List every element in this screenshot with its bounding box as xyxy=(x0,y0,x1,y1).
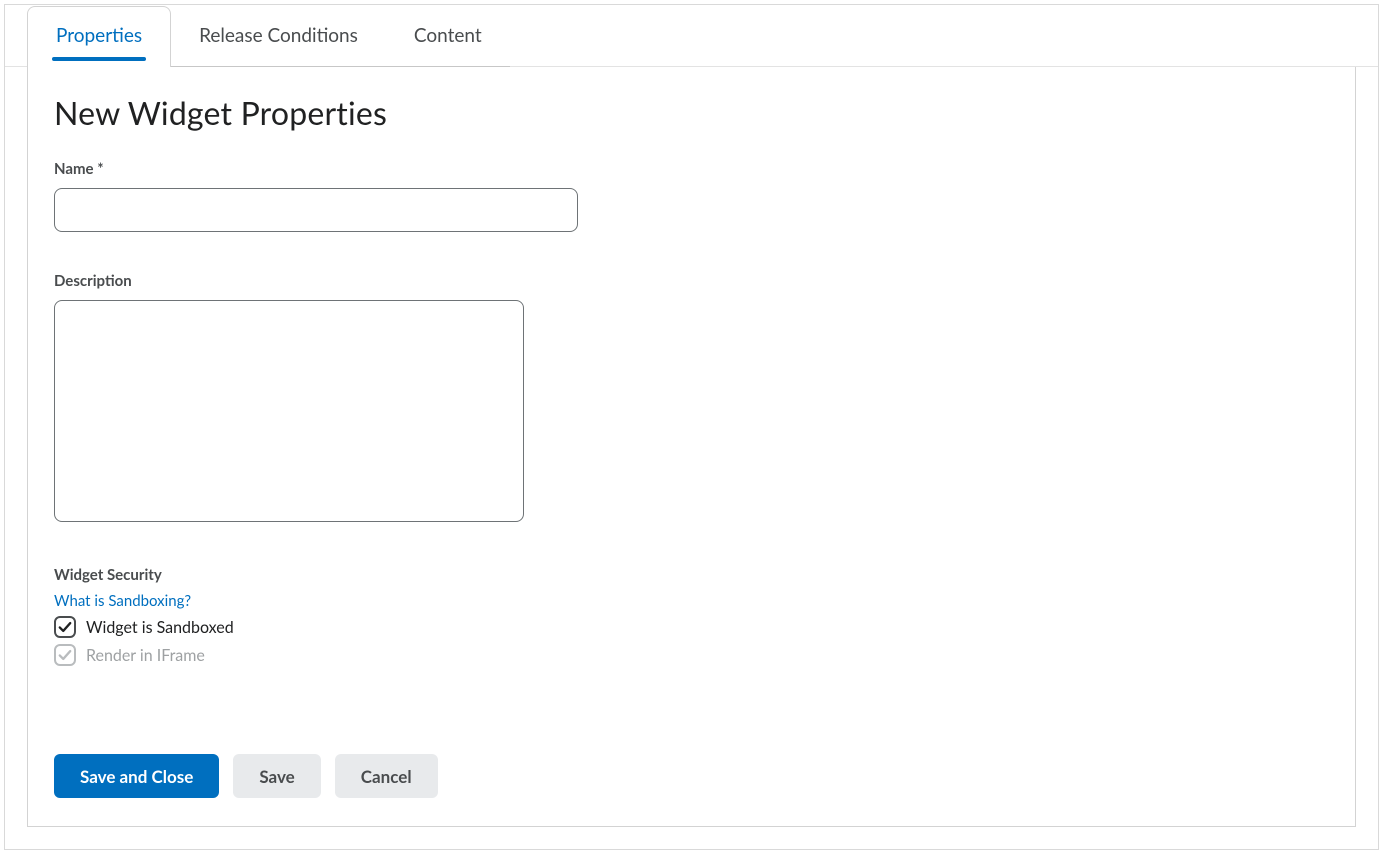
iframe-checkbox-label: Render in IFrame xyxy=(86,646,205,665)
page-container: Properties Release Conditions Content Ne… xyxy=(4,4,1379,850)
tab-properties[interactable]: Properties xyxy=(27,6,171,67)
action-buttons: Save and Close Save Cancel xyxy=(54,754,1329,798)
name-input[interactable] xyxy=(54,188,578,232)
sandboxing-help-link[interactable]: What is Sandboxing? xyxy=(54,592,191,610)
description-label: Description xyxy=(54,272,1329,290)
checkmark-icon xyxy=(58,648,72,662)
save-button[interactable]: Save xyxy=(233,754,320,798)
checkbox-row-sandboxed: Widget is Sandboxed xyxy=(54,616,1329,638)
page-title: New Widget Properties xyxy=(54,93,1329,132)
name-label: Name * xyxy=(54,160,1329,178)
sandboxed-checkbox[interactable] xyxy=(54,616,76,638)
sandboxed-checkbox-label: Widget is Sandboxed xyxy=(86,618,234,637)
save-and-close-button[interactable]: Save and Close xyxy=(54,754,219,798)
checkbox-row-iframe: Render in IFrame xyxy=(54,644,1329,666)
tab-strip: Properties Release Conditions Content xyxy=(5,5,1378,67)
widget-security-heading: Widget Security xyxy=(54,566,1329,584)
tab-content[interactable]: Content xyxy=(386,7,510,67)
iframe-checkbox xyxy=(54,644,76,666)
checkmark-icon xyxy=(58,620,72,634)
tab-release-conditions[interactable]: Release Conditions xyxy=(171,7,386,67)
cancel-button[interactable]: Cancel xyxy=(335,754,438,798)
description-input[interactable] xyxy=(54,300,524,522)
properties-panel: New Widget Properties Name * Description… xyxy=(27,67,1356,827)
